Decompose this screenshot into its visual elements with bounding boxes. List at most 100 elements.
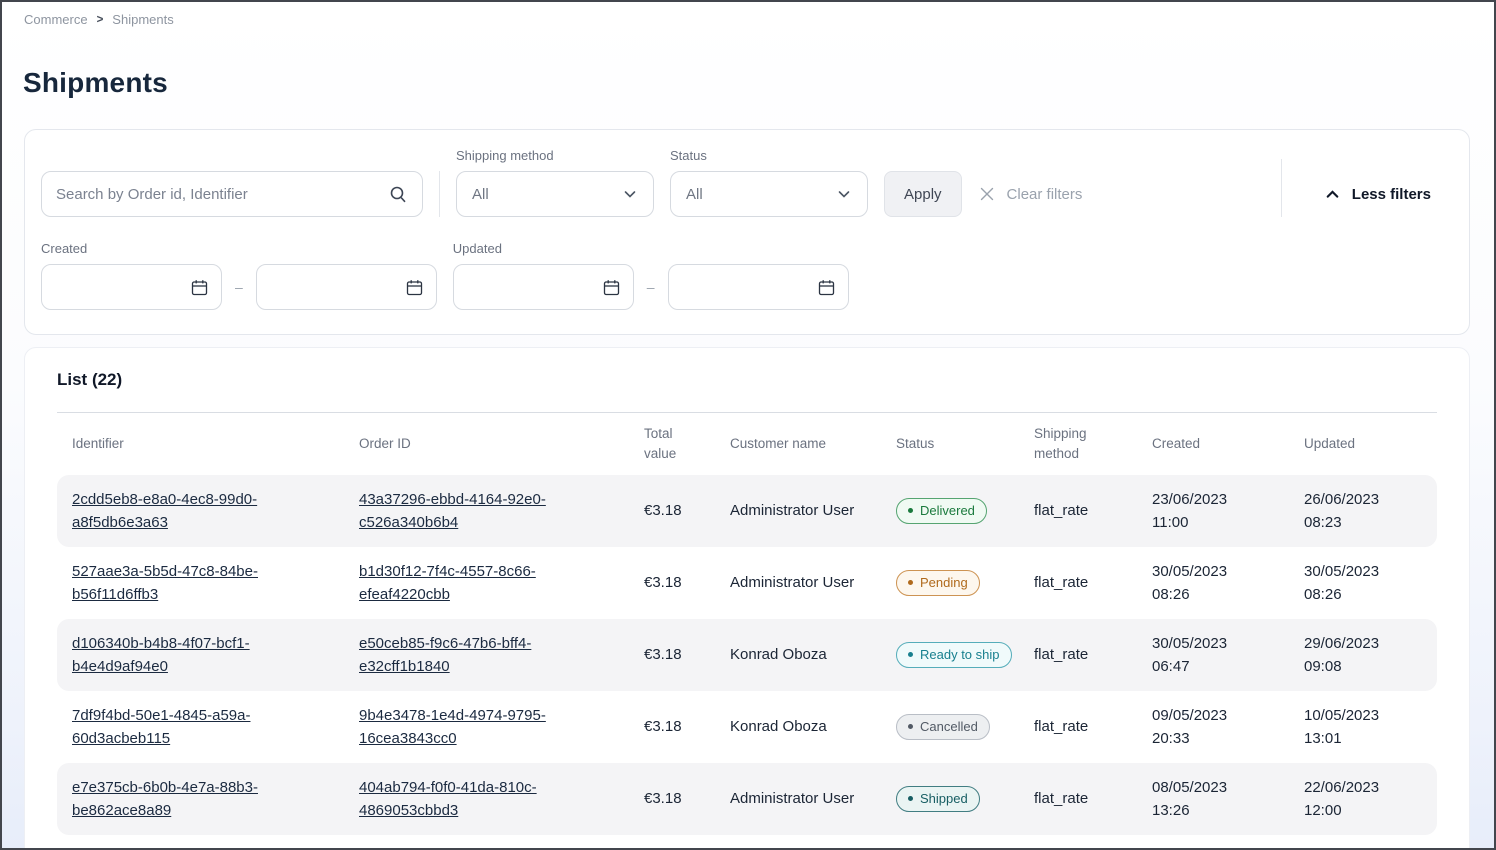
list-title: List (22) (57, 370, 1437, 390)
created-time: 20:33 (1152, 727, 1304, 750)
created-to-field (256, 264, 437, 310)
total-value: €3.18 (644, 646, 682, 663)
created-time: 13:26 (1152, 799, 1304, 822)
identifier-link[interactable]: 527aae3a-5b5d-47c8-84be-b56f11d6ffb3 (72, 560, 300, 607)
order-id-link[interactable]: 43a37296-ebbd-4164-92e0-c526a340b6b4 (359, 488, 587, 535)
calendar-icon[interactable] (602, 278, 621, 297)
customer-name: Administrator User (730, 571, 854, 594)
page-title: Shipments (23, 67, 1494, 99)
status-badge-label: Cancelled (920, 720, 978, 733)
column-header: Updated (1304, 434, 1437, 454)
shipping-method: flat_rate (1034, 574, 1088, 591)
status-select[interactable]: All (670, 171, 868, 217)
created-time: 11:00 (1152, 511, 1304, 534)
shipping-method: flat_rate (1034, 646, 1088, 663)
updated-range: – (453, 264, 849, 310)
status-badge: Pending (896, 570, 980, 596)
customer-name: Konrad Oboza (730, 643, 827, 666)
status-badge: Delivered (896, 498, 987, 524)
status-badge: Ready to ship (896, 642, 1012, 668)
status-dot-icon (908, 796, 913, 801)
customer-name: Konrad Oboza (730, 715, 827, 738)
calendar-icon[interactable] (190, 278, 209, 297)
order-id-link[interactable]: 9b4e3478-1e4d-4974-9795-16cea3843cc0 (359, 704, 587, 751)
updated-time: 08:26 (1304, 583, 1437, 606)
column-header: Status (896, 434, 1034, 454)
filter-divider (1281, 159, 1282, 217)
created-date: 30/05/2023 (1152, 632, 1304, 655)
order-id-link[interactable]: 404ab794-f0f0-41da-810c-4869053cbbd3 (359, 776, 587, 823)
chevron-down-icon (836, 186, 852, 202)
created-time: 06:47 (1152, 655, 1304, 678)
status-dot-icon (908, 652, 913, 657)
clear-filters-button[interactable]: Clear filters (978, 171, 1083, 217)
table-row: 527aae3a-5b5d-47c8-84be-b56f11d6ffb3 b1d… (57, 547, 1437, 619)
total-value: €3.18 (644, 790, 682, 807)
table-body: 2cdd5eb8-e8a0-4ec8-99d0-a8f5db6e3a63 43a… (57, 475, 1437, 835)
updated-time: 08:23 (1304, 511, 1437, 534)
created-range: – (41, 264, 437, 310)
search-box (41, 171, 423, 217)
shipping-method-select[interactable]: All (456, 171, 654, 217)
breadcrumb-separator-icon: > (97, 14, 104, 26)
calendar-icon[interactable] (405, 278, 424, 297)
status-badge-label: Ready to ship (920, 648, 1000, 661)
identifier-link[interactable]: d106340b-b4b8-4f07-bcf1-b4e4d9af94e0 (72, 632, 300, 679)
column-header: Total value (644, 424, 730, 463)
status-value: All (686, 186, 703, 203)
updated-to-input[interactable] (683, 279, 817, 296)
total-value: €3.18 (644, 718, 682, 735)
total-value: €3.18 (644, 502, 682, 519)
column-header: Identifier (72, 434, 359, 454)
table-row: 2cdd5eb8-e8a0-4ec8-99d0-a8f5db6e3a63 43a… (57, 475, 1437, 547)
created-date: 23/06/2023 (1152, 488, 1304, 511)
chevron-down-icon (622, 186, 638, 202)
calendar-icon[interactable] (817, 278, 836, 297)
updated-time: 13:01 (1304, 727, 1437, 750)
shipping-method: flat_rate (1034, 790, 1088, 807)
range-dash: – (647, 279, 655, 295)
created-range-label: Created (41, 241, 437, 256)
chevron-up-icon (1324, 186, 1341, 203)
order-id-link[interactable]: e50ceb85-f9c6-47b6-bff4-e32cff1b1840 (359, 632, 587, 679)
created-to-input[interactable] (271, 279, 405, 296)
status-badge: Shipped (896, 786, 980, 812)
shipments-table: IdentifierOrder IDTotal valueCustomer na… (57, 413, 1437, 835)
shipping-method: flat_rate (1034, 718, 1088, 735)
updated-date: 22/06/2023 (1304, 776, 1437, 799)
status-label: Status (670, 148, 868, 163)
updated-to-field (668, 264, 849, 310)
filter-divider (439, 171, 440, 217)
column-header: Order ID (359, 434, 644, 454)
apply-button[interactable]: Apply (884, 171, 962, 217)
table-header-row: IdentifierOrder IDTotal valueCustomer na… (57, 413, 1437, 475)
updated-from-field (453, 264, 634, 310)
identifier-link[interactable]: 2cdd5eb8-e8a0-4ec8-99d0-a8f5db6e3a63 (72, 488, 300, 535)
created-from-input[interactable] (56, 279, 190, 296)
updated-date: 29/06/2023 (1304, 632, 1437, 655)
breadcrumb-commerce[interactable]: Commerce (24, 12, 88, 27)
identifier-link[interactable]: 7df9f4bd-50e1-4845-a59a-60d3acbeb115 (72, 704, 300, 751)
less-filters-button[interactable]: Less filters (1324, 171, 1431, 217)
close-icon (978, 185, 996, 203)
clear-filters-label: Clear filters (1007, 186, 1083, 203)
status-badge-label: Delivered (920, 504, 975, 517)
column-header: Created (1152, 434, 1304, 454)
status-dot-icon (908, 724, 913, 729)
breadcrumb-shipments: Shipments (112, 12, 173, 27)
customer-name: Administrator User (730, 787, 854, 810)
search-input[interactable] (56, 186, 388, 203)
identifier-link[interactable]: e7e375cb-6b0b-4e7a-88b3-be862ace8a89 (72, 776, 300, 823)
table-row: d106340b-b4b8-4f07-bcf1-b4e4d9af94e0 e50… (57, 619, 1437, 691)
updated-date: 26/06/2023 (1304, 488, 1437, 511)
created-date: 09/05/2023 (1152, 704, 1304, 727)
shipments-page: Commerce > Shipments Shipments Shipping … (0, 0, 1496, 850)
created-date: 30/05/2023 (1152, 560, 1304, 583)
updated-from-input[interactable] (468, 279, 602, 296)
range-dash: – (235, 279, 243, 295)
status-badge: Cancelled (896, 714, 990, 740)
filter-panel: Shipping method All Status All (24, 129, 1470, 335)
created-date: 08/05/2023 (1152, 776, 1304, 799)
shipping-method-value: All (472, 186, 489, 203)
order-id-link[interactable]: b1d30f12-7f4c-4557-8c66-efeaf4220cbb (359, 560, 587, 607)
